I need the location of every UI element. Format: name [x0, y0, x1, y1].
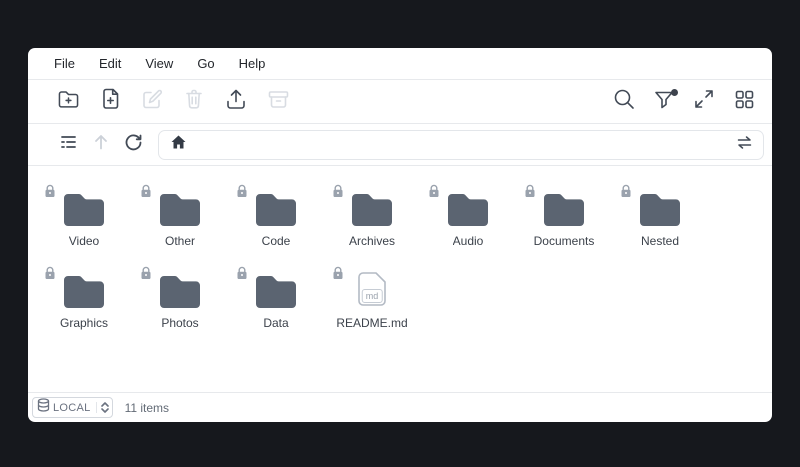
file-grid: Video Other: [36, 178, 764, 342]
filter-active-badge: [671, 89, 678, 96]
upload-button[interactable]: [224, 90, 248, 114]
database-icon: [37, 398, 50, 417]
tree-toggle-button[interactable]: [58, 134, 80, 156]
folder-icon: [158, 268, 202, 308]
file-item-label: Documents: [534, 234, 595, 248]
search-icon: [613, 88, 636, 116]
file-list-area: Video Other: [28, 166, 772, 392]
folder-icon: [158, 186, 202, 226]
file-item-nested[interactable]: Nested: [612, 178, 708, 260]
upload-icon: [225, 88, 247, 116]
file-item-other[interactable]: Other: [132, 178, 228, 260]
file-item-label: Audio: [453, 234, 484, 248]
file-item-label: Other: [165, 234, 195, 248]
file-plus-icon: [101, 88, 120, 115]
file-item-graphics[interactable]: Graphics: [36, 260, 132, 342]
file-item-photos[interactable]: Photos: [132, 260, 228, 342]
lock-icon: [236, 266, 248, 280]
folder-icon: [350, 186, 394, 226]
new-file-button[interactable]: [98, 90, 122, 114]
address-bar[interactable]: [158, 130, 764, 160]
file-icon: md: [355, 268, 389, 308]
lock-icon: [140, 266, 152, 280]
expand-arrows-icon: [693, 88, 715, 115]
folder-icon: [254, 268, 298, 308]
refresh-icon: [124, 133, 143, 157]
lock-icon: [44, 184, 56, 198]
file-item-label: Graphics: [60, 316, 108, 330]
grid-view-button[interactable]: [732, 90, 756, 114]
lock-icon: [236, 184, 248, 198]
lock-icon: [620, 184, 632, 198]
archive-box-icon: [267, 89, 290, 115]
menu-view[interactable]: View: [133, 48, 185, 79]
lock-icon: [332, 266, 344, 280]
path-input[interactable]: [194, 137, 728, 152]
menu-go[interactable]: Go: [185, 48, 226, 79]
folder-icon: [254, 186, 298, 226]
home-icon: [171, 135, 186, 154]
delete-button[interactable]: [182, 90, 206, 114]
file-item-readme-md[interactable]: md README.md: [324, 260, 420, 342]
trash-icon: [184, 88, 204, 115]
pencil-square-icon: [141, 88, 163, 115]
search-button[interactable]: [612, 90, 636, 114]
file-item-label: Photos: [161, 316, 198, 330]
file-item-label: Data: [263, 316, 288, 330]
file-item-label: Video: [69, 234, 99, 248]
lock-icon: [332, 184, 344, 198]
toolbar-left-group: [56, 90, 290, 114]
toolbar: [28, 80, 772, 124]
navigation-bar: [28, 124, 772, 166]
folder-icon: [62, 186, 106, 226]
file-item-label: README.md: [336, 316, 407, 330]
menu-file[interactable]: File: [54, 48, 87, 79]
filter-button[interactable]: [652, 90, 676, 114]
file-item-audio[interactable]: Audio: [420, 178, 516, 260]
menu-bar: File Edit View Go Help: [28, 48, 772, 80]
toolbar-right-group: [612, 90, 756, 114]
file-manager-window: File Edit View Go Help: [28, 48, 772, 422]
fullscreen-button[interactable]: [692, 90, 716, 114]
folder-icon: [542, 186, 586, 226]
transfer-arrows-icon[interactable]: [736, 135, 753, 155]
folder-icon: [62, 268, 106, 308]
arrow-up-icon: [93, 133, 109, 156]
tree-list-icon: [60, 134, 78, 155]
select-stepper-icon: [96, 402, 109, 413]
new-folder-button[interactable]: [56, 90, 80, 114]
status-bar: LOCAL 11 items: [28, 392, 772, 422]
lock-icon: [428, 184, 440, 198]
file-item-label: Nested: [641, 234, 679, 248]
file-item-code[interactable]: Code: [228, 178, 324, 260]
file-item-label: Archives: [349, 234, 395, 248]
menu-help[interactable]: Help: [227, 48, 278, 79]
items-count: 11 items: [125, 401, 169, 415]
lock-icon: [140, 184, 152, 198]
archive-button[interactable]: [266, 90, 290, 114]
file-item-archives[interactable]: Archives: [324, 178, 420, 260]
grid-icon: [734, 89, 755, 115]
refresh-button[interactable]: [122, 134, 144, 156]
rename-button[interactable]: [140, 90, 164, 114]
lock-icon: [44, 266, 56, 280]
lock-icon: [524, 184, 536, 198]
volume-label: LOCAL: [53, 402, 91, 414]
menu-edit[interactable]: Edit: [87, 48, 133, 79]
file-item-documents[interactable]: Documents: [516, 178, 612, 260]
file-item-data[interactable]: Data: [228, 260, 324, 342]
file-item-video[interactable]: Video: [36, 178, 132, 260]
file-item-label: Code: [262, 234, 291, 248]
volume-select[interactable]: LOCAL: [32, 397, 113, 418]
file-type-badge: md: [362, 289, 383, 303]
folder-plus-icon: [57, 89, 80, 114]
go-up-button[interactable]: [90, 134, 112, 156]
folder-icon: [638, 186, 682, 226]
folder-icon: [446, 186, 490, 226]
